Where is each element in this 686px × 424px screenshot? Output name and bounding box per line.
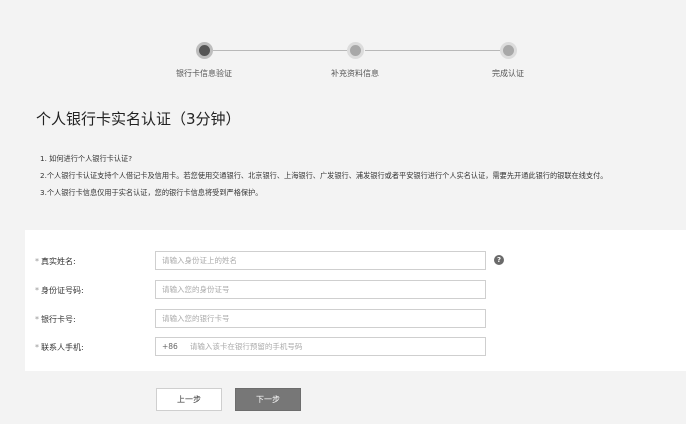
id-number-label-text: 身份证号码:: [41, 286, 84, 295]
next-step-button[interactable]: 下一步: [235, 388, 301, 411]
instruction-item: 2.个人银行卡认证支持个人借记卡及信用卡。若您使用交通银行、北京银行、上海银行、…: [40, 171, 608, 180]
phone-label-text: 联系人手机:: [41, 343, 84, 352]
step-connector-1: [213, 50, 347, 51]
step-1-indicator: [196, 42, 213, 59]
form-row-real-name: * 真实姓名: 请输入身份证上的姓名 ?: [25, 251, 686, 273]
instructions-list: 1. 如何进行个人银行卡认证? 2.个人银行卡认证支持个人借记卡及信用卡。若您使…: [40, 150, 680, 201]
required-mark: *: [35, 343, 39, 352]
page-title: 个人银行卡实名认证（3分钟）: [36, 110, 241, 128]
progress-stepper: 银行卡信息验证 补充资料信息 完成认证: [0, 38, 686, 88]
phone-input[interactable]: +86 请输入该卡在银行预留的手机号码: [155, 337, 486, 356]
verification-form: * 真实姓名: 请输入身份证上的姓名 ? * 身份证号码: 请输入您的身份证号 * 银…: [25, 230, 686, 371]
step-2-indicator: [347, 42, 364, 59]
form-row-bank-card: * 银行卡号: 请输入您的银行卡号: [25, 309, 686, 331]
step-connector-2: [365, 50, 501, 51]
required-mark: *: [35, 315, 39, 324]
real-name-input[interactable]: 请输入身份证上的姓名: [155, 251, 486, 270]
phone-label: * 联系人手机:: [35, 342, 84, 353]
real-name-label: * 真实姓名:: [35, 256, 76, 267]
phone-country-code: +86: [162, 342, 178, 351]
step-3-label: 完成认证: [492, 69, 524, 78]
bank-card-label: * 银行卡号:: [35, 314, 76, 325]
phone-placeholder: 请输入该卡在银行预留的手机号码: [189, 342, 303, 351]
bank-card-label-text: 银行卡号:: [41, 315, 76, 324]
step-3-indicator: [500, 42, 517, 59]
bank-card-placeholder: 请输入您的银行卡号: [162, 314, 230, 323]
step-2-label: 补充资料信息: [331, 69, 379, 78]
instruction-item: 1. 如何进行个人银行卡认证?: [40, 154, 133, 163]
id-number-placeholder: 请输入您的身份证号: [162, 285, 230, 294]
form-row-id-number: * 身份证号码: 请输入您的身份证号: [25, 280, 686, 302]
real-name-placeholder: 请输入身份证上的姓名: [162, 256, 237, 265]
form-row-phone: * 联系人手机: +86 请输入该卡在银行预留的手机号码: [25, 337, 686, 359]
required-mark: *: [35, 286, 39, 295]
step-1-label: 银行卡信息验证: [176, 69, 232, 78]
instruction-item: 3.个人银行卡信息仅用于实名认证，您的银行卡信息将受到严格保护。: [40, 188, 263, 197]
previous-step-button[interactable]: 上一步: [156, 388, 222, 411]
question-circle-icon[interactable]: ?: [494, 255, 504, 265]
page: 银行卡信息验证 补充资料信息 完成认证 个人银行卡实名认证（3分钟） 1. 如何…: [0, 0, 686, 424]
required-mark: *: [35, 257, 39, 266]
bank-card-input[interactable]: 请输入您的银行卡号: [155, 309, 486, 328]
real-name-label-text: 真实姓名:: [41, 257, 76, 266]
id-number-label: * 身份证号码:: [35, 285, 84, 296]
id-number-input[interactable]: 请输入您的身份证号: [155, 280, 486, 299]
